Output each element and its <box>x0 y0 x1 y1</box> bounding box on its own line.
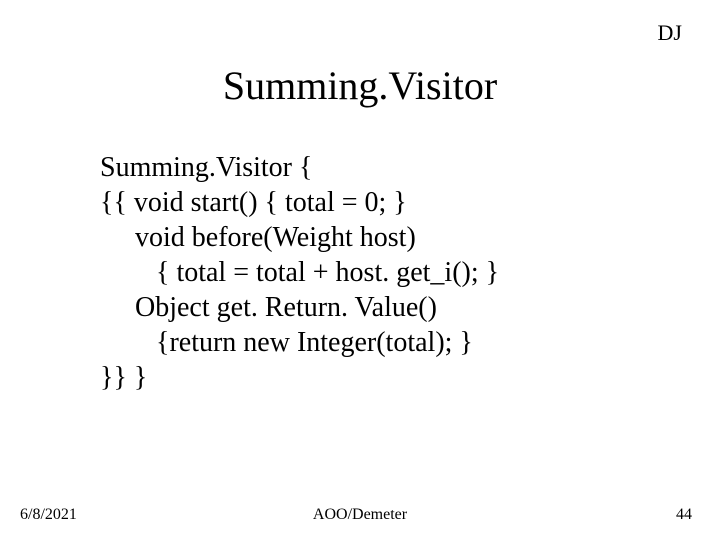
code-line-1: Summing.Visitor { <box>100 152 312 183</box>
footer-page-number: 44 <box>676 506 692 524</box>
code-block: Summing.Visitor { {{ void start() { tota… <box>100 150 660 395</box>
code-line-5: Object get. Return. Value() <box>100 292 437 323</box>
footer-center: AOO/Demeter <box>0 506 720 524</box>
slide-title: Summing.Visitor <box>0 62 720 109</box>
code-line-2: {{ void start() { total = 0; } <box>100 187 407 218</box>
slide-tag: DJ <box>658 20 682 46</box>
slide: DJ Summing.Visitor Summing.Visitor { {{ … <box>0 0 720 540</box>
code-line-6: {return new Integer(total); } <box>100 327 473 358</box>
code-line-4: { total = total + host. get_i(); } <box>100 257 499 288</box>
code-line-3: void before(Weight host) <box>100 222 416 253</box>
code-line-7: }} } <box>100 362 147 393</box>
